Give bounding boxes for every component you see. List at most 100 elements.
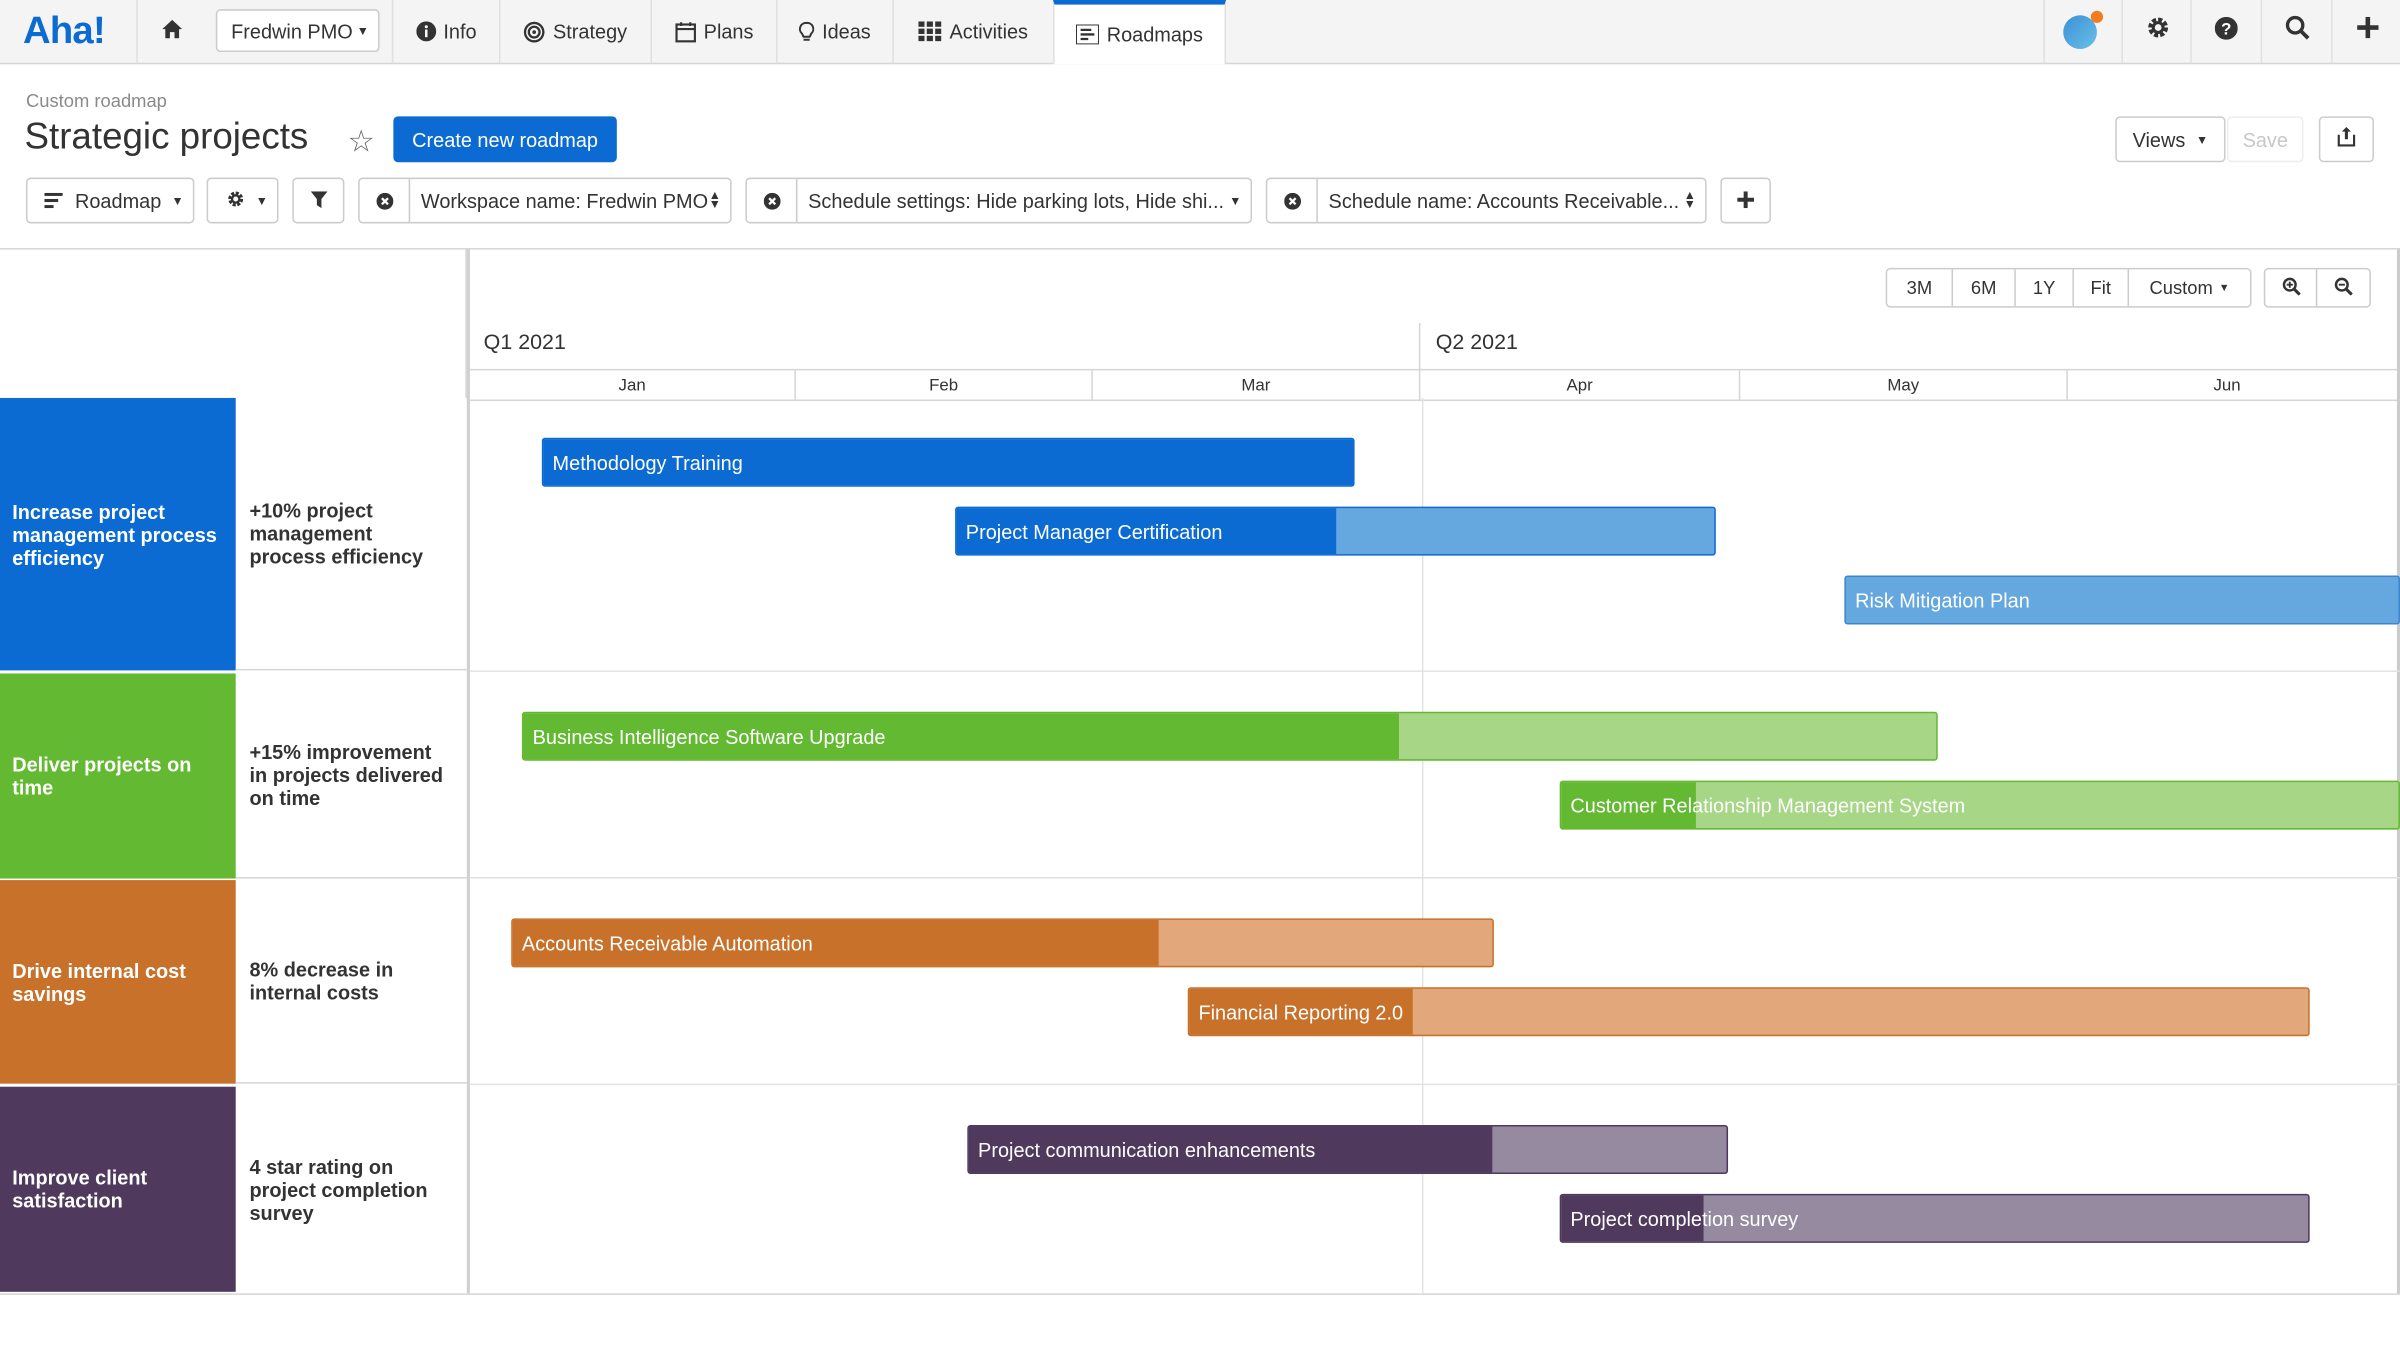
bar-bi-software-upgrade[interactable]: Business Intelligence Software Upgrade [521, 711, 1938, 761]
home-button[interactable] [136, 0, 205, 63]
remove-filter-icon[interactable] [1267, 179, 1318, 222]
remove-filter-icon[interactable] [360, 179, 411, 222]
lane-initiative-3[interactable]: 4 star rating on project completion surv… [236, 1087, 467, 1292]
lane-goal-2[interactable]: Drive internal cost savings [0, 880, 236, 1084]
nav-ideas[interactable]: Ideas [776, 0, 892, 63]
nav-roadmaps-label: Roadmaps [1106, 22, 1203, 46]
nav-info[interactable]: Info [391, 0, 499, 63]
search-button[interactable] [2260, 0, 2331, 63]
bar-label: Project communication enhancements [978, 1138, 1316, 1161]
zoom-out-button[interactable] [2317, 269, 2369, 306]
aha-logo[interactable]: Aha! [23, 9, 106, 53]
nav-strategy[interactable]: Strategy [498, 0, 651, 63]
settings-button[interactable] [2121, 0, 2191, 63]
nav-roadmaps[interactable]: Roadmaps [1053, 0, 1227, 65]
lane-separator [469, 1083, 2400, 1086]
remove-filter-icon[interactable] [747, 179, 798, 222]
zoom-6m-button[interactable]: 6M [1953, 269, 2016, 307]
nav-plans[interactable]: Plans [650, 0, 777, 63]
nav-info-label: Info [443, 19, 477, 43]
zoom-custom-label: Custom [2149, 277, 2213, 299]
zoom-in-button[interactable] [2265, 269, 2318, 307]
bar-project-completion-survey[interactable]: Project completion survey [1559, 1193, 2310, 1243]
lane-goal-1[interactable]: Deliver projects on time [0, 673, 236, 879]
user-avatar-button[interactable] [2043, 0, 2113, 63]
nav-activities-label: Activities [949, 19, 1029, 43]
create-roadmap-button[interactable]: Create new roadmap [393, 116, 617, 163]
settings-dropdown[interactable]: ▼ [206, 177, 279, 224]
bar-label: Risk Mitigation Plan [1855, 588, 2030, 612]
target-icon [524, 21, 545, 42]
lane-goal-0[interactable]: Increase project management process effi… [0, 397, 236, 671]
bar-methodology-training[interactable]: Methodology Training [541, 437, 1355, 487]
home-icon [160, 18, 183, 44]
add-button[interactable] [2331, 0, 2400, 63]
nav-strategy-label: Strategy [552, 19, 628, 43]
filter-workspace-label: Workspace name: Fredwin PMO [420, 189, 709, 212]
bar-accounts-receivable-automation[interactable]: Accounts Receivable Automation [511, 918, 1494, 968]
help-button[interactable]: ? [2190, 0, 2260, 63]
filter-icon [309, 189, 327, 212]
lane-header-blank [0, 249, 467, 398]
share-icon [2337, 127, 2356, 151]
export-button[interactable] [2318, 116, 2374, 163]
filter-schedule-settings[interactable]: Schedule settings: Hide parking lots, Hi… [745, 177, 1253, 224]
bar-project-manager-certification[interactable]: Project Manager Certification [955, 506, 1716, 556]
bar-risk-mitigation-plan[interactable]: Risk Mitigation Plan [1844, 575, 2400, 625]
zoom-custom-dropdown[interactable]: Custom ▼ [2129, 269, 2250, 306]
plus-icon [1737, 189, 1755, 212]
bars-icon [44, 189, 63, 212]
lane-initiative-1[interactable]: +15% improvement in projects delivered o… [235, 673, 467, 879]
save-button[interactable]: Save [2227, 116, 2304, 163]
filter-button[interactable] [292, 177, 345, 224]
nav-plans-label: Plans [703, 19, 754, 43]
breadcrumb[interactable]: Custom roadmap [26, 90, 167, 111]
bar-label: Business Intelligence Software Upgrade [532, 724, 886, 748]
filter-schedule-name-label: Schedule name: Accounts Receivable... [1328, 189, 1680, 212]
lane-initiative-2[interactable]: 8% decrease in internal costs [235, 880, 467, 1084]
views-label: Views [2132, 127, 2186, 151]
page-title: Strategic projects [24, 116, 309, 158]
month-label: Apr [1418, 370, 1739, 400]
caret-down-icon: ▼ [171, 194, 184, 209]
view-type-dropdown[interactable]: Roadmap ▼ [26, 177, 195, 224]
svg-text:?: ? [2221, 19, 2231, 38]
sort-icon: ▲ ▼ [1683, 188, 1696, 212]
lightbulb-icon [799, 21, 815, 42]
zoom-3m-button[interactable]: 3M [1887, 269, 1954, 307]
nav-ideas-label: Ideas [822, 19, 871, 43]
zoom-1y-button[interactable]: 1Y [2016, 269, 2074, 307]
initiative-label: +10% project management process efficien… [249, 498, 424, 568]
add-filter-button[interactable] [1720, 177, 1771, 224]
roadmap-icon [1076, 24, 1100, 45]
zoom-presets: 3M 6M 1Y Fit Custom ▼ [1885, 267, 2252, 308]
filter-schedule-settings-label: Schedule settings: Hide parking lots, Hi… [808, 189, 1225, 212]
bar-financial-reporting[interactable]: Financial Reporting 2.0 [1187, 987, 2310, 1037]
initiative-label: 8% decrease in internal costs [249, 958, 394, 1005]
favorite-star-icon[interactable]: ☆ [347, 122, 374, 160]
lane-separator [469, 877, 2400, 879]
filter-schedule-name[interactable]: Schedule name: Accounts Receivable... ▲ ▼ [1265, 177, 1707, 224]
roadmap-grid: 3M 6M 1Y Fit Custom ▼ Q1 2021 Q2 2021 Ja… [0, 247, 2400, 1295]
lane-separator [469, 670, 2400, 672]
bar-label: Methodology Training [552, 450, 743, 474]
bar-project-communication-enhancements[interactable]: Project communication enhancements [967, 1124, 1729, 1174]
goal-label: Drive internal cost savings [12, 958, 186, 1005]
views-dropdown[interactable]: Views ▼ [2115, 116, 2226, 163]
month-label: Jun [2066, 370, 2386, 400]
filter-workspace[interactable]: Workspace name: Fredwin PMO ▲ ▼ [358, 177, 732, 224]
quarter-divider [1418, 322, 1421, 371]
goal-label: Improve client satisfaction [12, 1166, 148, 1213]
initiative-label: +15% improvement in projects delivered o… [249, 740, 444, 810]
lane-initiative-0[interactable]: +10% project management process efficien… [235, 398, 467, 671]
zoom-fit-button[interactable]: Fit [2074, 269, 2130, 307]
nav-activities[interactable]: Activities [892, 0, 1053, 63]
month-label: Mar [1091, 370, 1419, 400]
zoom-out-icon [2334, 276, 2353, 299]
bar-crm-system[interactable]: Customer Relationship Management System [1559, 780, 2400, 830]
bar-label: Project completion survey [1570, 1206, 1799, 1230]
workspace-selector[interactable]: Fredwin PMO ▼ [215, 9, 380, 53]
initiative-label: 4 star rating on project completion surv… [249, 1154, 428, 1224]
lane-goal-3[interactable]: Improve client satisfaction [0, 1086, 236, 1292]
month-label: Jan [618, 375, 646, 395]
